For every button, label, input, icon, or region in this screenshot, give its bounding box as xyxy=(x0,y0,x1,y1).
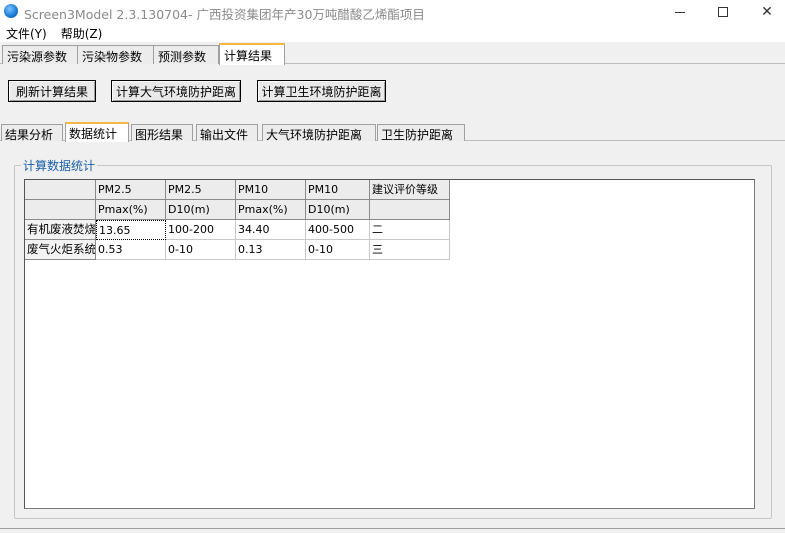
minimize-icon xyxy=(675,11,685,13)
table-cell[interactable]: 二 xyxy=(370,220,450,240)
tab-data-statistics[interactable]: 数据统计 xyxy=(65,122,129,142)
maximize-button[interactable] xyxy=(700,0,746,24)
tab-health-protect-distance[interactable]: 卫生防护距离 xyxy=(377,124,465,142)
tab-atmos-protect-distance[interactable]: 大气环境防护距离 xyxy=(262,124,376,142)
app-icon xyxy=(4,4,18,18)
column-header[interactable]: PM10 xyxy=(236,180,306,200)
minimize-button[interactable] xyxy=(657,0,703,24)
tab-calc-results[interactable]: 计算结果 xyxy=(219,43,285,65)
row-header[interactable]: 废气火炬系统 xyxy=(25,240,96,260)
tab-graph-results[interactable]: 图形结果 xyxy=(131,124,193,142)
tab-result-analysis[interactable]: 结果分析 xyxy=(1,124,63,142)
title-bar: Screen3Model 2.3.130704- 广西投资集团年产30万吨醋酸乙… xyxy=(0,0,785,24)
column-subheader[interactable]: Pmax(%) xyxy=(236,200,306,220)
table-cell[interactable]: 三 xyxy=(370,240,450,260)
table-cell[interactable]: 0-10 xyxy=(306,240,370,260)
column-header[interactable]: PM10 xyxy=(306,180,370,200)
tab-output-file[interactable]: 输出文件 xyxy=(196,124,258,142)
column-subheader[interactable]: D10(m) xyxy=(306,200,370,220)
maximize-icon xyxy=(718,7,728,17)
table-cell[interactable]: 100-200 xyxy=(166,220,236,240)
column-subheader[interactable]: Pmax(%) xyxy=(96,200,166,220)
window-title: Screen3Model 2.3.130704- 广西投资集团年产30万吨醋酸乙… xyxy=(24,7,425,22)
tab-source-params[interactable]: 污染源参数 xyxy=(2,45,78,64)
table-cell[interactable]: 0-10 xyxy=(166,240,236,260)
table-cell[interactable]: 0.53 xyxy=(96,240,166,260)
column-header[interactable]: 建议评价等级 xyxy=(370,180,450,200)
column-subheader[interactable] xyxy=(370,200,450,220)
close-icon: ✕ xyxy=(761,4,773,20)
table-cell[interactable]: 34.40 xyxy=(236,220,306,240)
table-cell[interactable]: 400-500 xyxy=(306,220,370,240)
menu-help[interactable]: 帮助(Z) xyxy=(55,25,109,42)
table-cell[interactable]: 0.13 xyxy=(236,240,306,260)
main-tab-strip: 污染源参数 污染物参数 预测参数 计算结果 xyxy=(0,43,785,65)
table-cell[interactable]: 13.65 xyxy=(96,220,166,240)
menu-bar: 文件(Y) 帮助(Z) xyxy=(0,24,785,42)
status-divider xyxy=(0,528,785,529)
column-subheader[interactable]: D10(m) xyxy=(166,200,236,220)
tab-predict-params[interactable]: 预测参数 xyxy=(153,45,219,64)
refresh-results-button[interactable]: 刷新计算结果 xyxy=(8,80,96,102)
tab-pollutant-params[interactable]: 污染物参数 xyxy=(77,45,154,64)
calc-health-distance-button[interactable]: 计算卫生环境防护距离 xyxy=(257,80,386,102)
column-header[interactable]: PM2.5 xyxy=(166,180,236,200)
data-grid[interactable]: PM2.5 PM2.5 PM10 PM10 建议评价等级 Pmax(%) D10… xyxy=(24,179,755,509)
menu-file[interactable]: 文件(Y) xyxy=(0,25,53,42)
close-button[interactable]: ✕ xyxy=(744,0,785,24)
grid-row-header-blank xyxy=(25,200,96,220)
grid-corner-header xyxy=(25,180,96,200)
calc-atmos-distance-button[interactable]: 计算大气环境防护距离 xyxy=(111,80,241,102)
groupbox-title: 计算数据统计 xyxy=(21,157,98,174)
column-header[interactable]: PM2.5 xyxy=(96,180,166,200)
result-tab-strip: 结果分析 数据统计 图形结果 输出文件 大气环境防护距离 卫生防护距离 xyxy=(0,122,785,142)
row-header[interactable]: 有机废液焚烧 xyxy=(25,220,96,240)
